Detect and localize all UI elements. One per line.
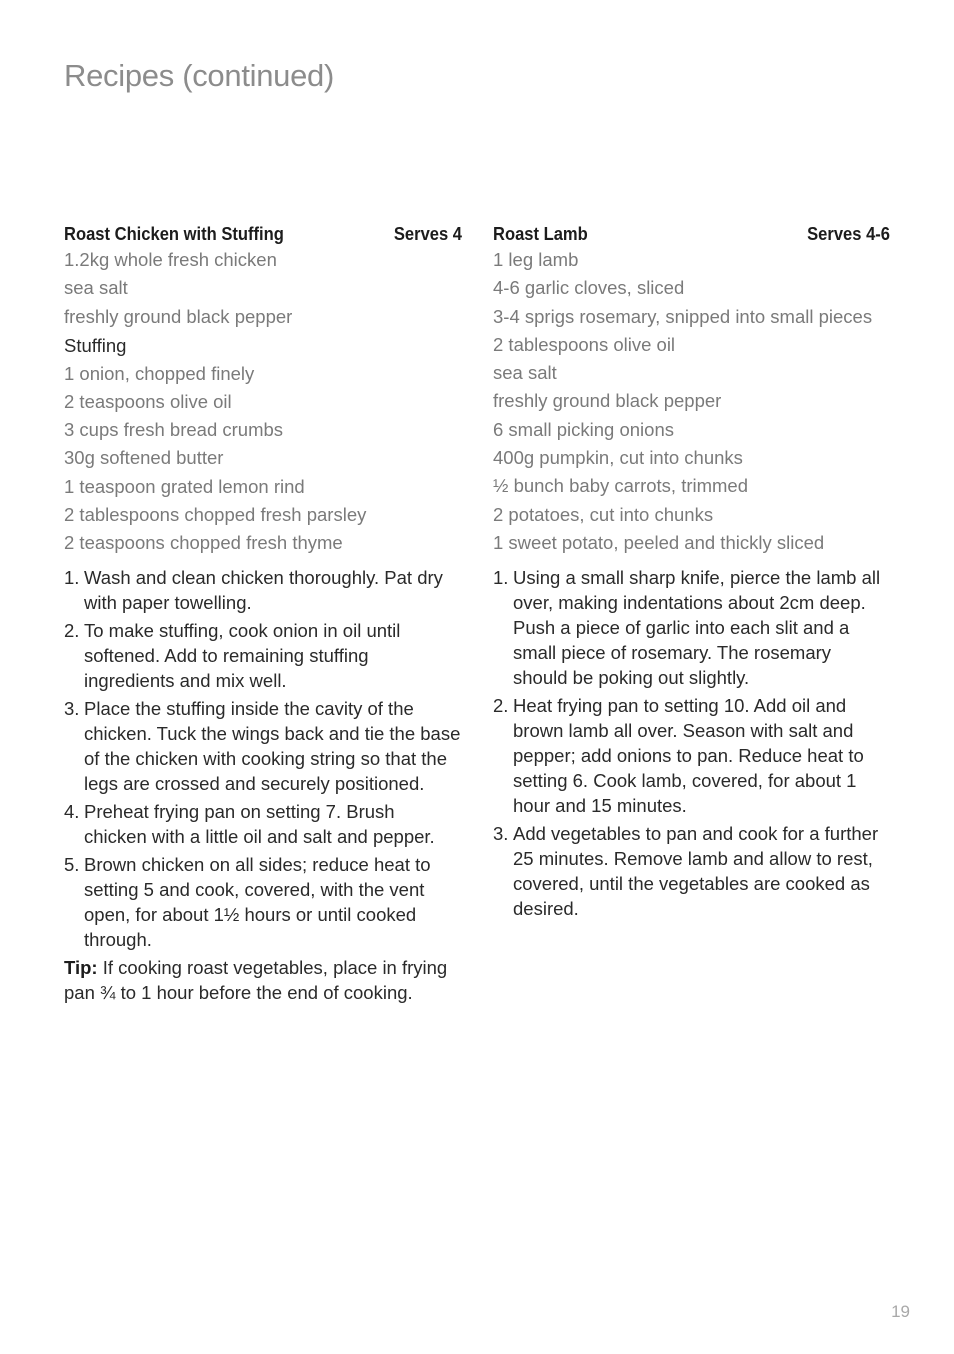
step-number: 5. [64, 854, 80, 876]
ingredient-list: 1 leg lamb 4-6 garlic cloves, sliced 3-4… [493, 247, 890, 555]
ingredient-item: 30g softened butter [64, 447, 224, 469]
ingredient-item: 3 cups fresh bread crumbs [64, 419, 284, 441]
method-step: 2. To make stuffing, cook onion in oil u… [64, 618, 462, 693]
method-step: 1. Using a small sharp knife, pierce the… [493, 565, 890, 690]
ingredient-item: 2 teaspoons chopped fresh thyme [64, 532, 343, 554]
ingredient-item: 2 tablespoons chopped fresh parsley [64, 504, 367, 526]
recipe-header: Roast Lamb Serves 4-6 [493, 222, 890, 247]
ingredient-item: 1 onion, chopped finely [64, 362, 255, 384]
step-text: Preheat frying pan on setting 7. Brush c… [84, 801, 435, 848]
recipe-roast-lamb: Roast Lamb Serves 4-6 1 leg lamb 4-6 gar… [493, 222, 890, 924]
ingredient-item: 1.2kg whole fresh chicken [64, 249, 277, 270]
tip-text: If cooking roast vegetables, place in fr… [64, 957, 448, 1004]
ingredient-item: ½ bunch baby carrots, trimmed [493, 475, 748, 497]
method-step: 2. Heat frying pan to setting 10. Add oi… [493, 693, 890, 818]
ingredient-item: 2 teaspoons olive oil [64, 390, 232, 412]
ingredient-item: 2 potatoes, cut into chunks [493, 503, 714, 525]
ingredient-item: sea salt [493, 362, 557, 384]
method-steps: 1. Using a small sharp knife, pierce the… [493, 565, 890, 921]
step-number: 3. [64, 698, 80, 720]
step-text: Wash and clean chicken thoroughly. Pat d… [84, 567, 443, 614]
method-step: 1. Wash and clean chicken thoroughly. Pa… [64, 565, 462, 615]
ingredient-item: 3-4 sprigs rosemary, snipped into small … [493, 305, 873, 327]
method-step: 5. Brown chicken on all sides; reduce he… [64, 852, 462, 952]
recipe-serves: Serves 4-6 [807, 224, 891, 244]
recipe-title: Roast Lamb [493, 224, 588, 244]
ingredient-item: 4-6 garlic cloves, sliced [493, 277, 685, 299]
ingredient-list: 1.2kg whole fresh chicken sea salt fresh… [64, 247, 462, 329]
step-number: 2. [64, 620, 80, 642]
step-text: To make stuffing, cook onion in oil unti… [84, 620, 401, 692]
step-number: 4. [64, 801, 80, 823]
ingredient-item: freshly ground black pepper [493, 390, 722, 412]
method-step: 4. Preheat frying pan on setting 7. Brus… [64, 799, 462, 849]
method-steps: 1. Wash and clean chicken thoroughly. Pa… [64, 565, 462, 952]
stuffing-subheading: Stuffing [64, 334, 127, 356]
method-step: 3. Place the stuffing inside the cavity … [64, 696, 462, 796]
step-text: Place the stuffing inside the cavity of … [84, 698, 461, 795]
step-number: 3. [493, 822, 509, 844]
recipe-title: Roast Chicken with Stuffing [64, 224, 284, 244]
recipe-header: Roast Chicken with Stuffing Serves 4 [64, 222, 462, 247]
ingredient-item: 1 sweet potato, peeled and thickly slice… [493, 531, 825, 553]
step-text: Heat frying pan to setting 10. Add oil a… [513, 694, 864, 816]
page-number: 19 [891, 1302, 910, 1321]
step-text: Add vegetables to pan and cook for a fur… [513, 822, 879, 919]
tip-label: Tip: [64, 957, 98, 979]
step-number: 2. [493, 694, 509, 716]
step-text: Brown chicken on all sides; reduce heat … [84, 854, 431, 951]
tip-note: Tip: If cooking roast vegetables, place … [64, 955, 462, 1005]
step-text: Using a small sharp knife, pierce the la… [513, 566, 881, 688]
ingredient-item: freshly ground black pepper [64, 305, 293, 327]
method-step: 3. Add vegetables to pan and cook for a … [493, 821, 890, 921]
stuffing-ingredient-list: 1 onion, chopped finely 2 teaspoons oliv… [64, 361, 462, 556]
page-title: Recipes (continued) [64, 58, 335, 93]
recipe-roast-chicken: Roast Chicken with Stuffing Serves 4 1.2… [64, 222, 462, 1005]
ingredient-item: 2 tablespoons olive oil [493, 333, 676, 355]
ingredient-item: sea salt [64, 277, 128, 299]
step-number: 1. [493, 566, 509, 588]
ingredient-item: 1 leg lamb [493, 249, 579, 270]
ingredient-item: 1 teaspoon grated lemon rind [64, 475, 305, 497]
step-number: 1. [64, 567, 80, 589]
ingredient-item: 400g pumpkin, cut into chunks [493, 447, 743, 469]
recipe-serves: Serves 4 [393, 224, 463, 244]
ingredient-item: 6 small picking onions [493, 418, 674, 440]
